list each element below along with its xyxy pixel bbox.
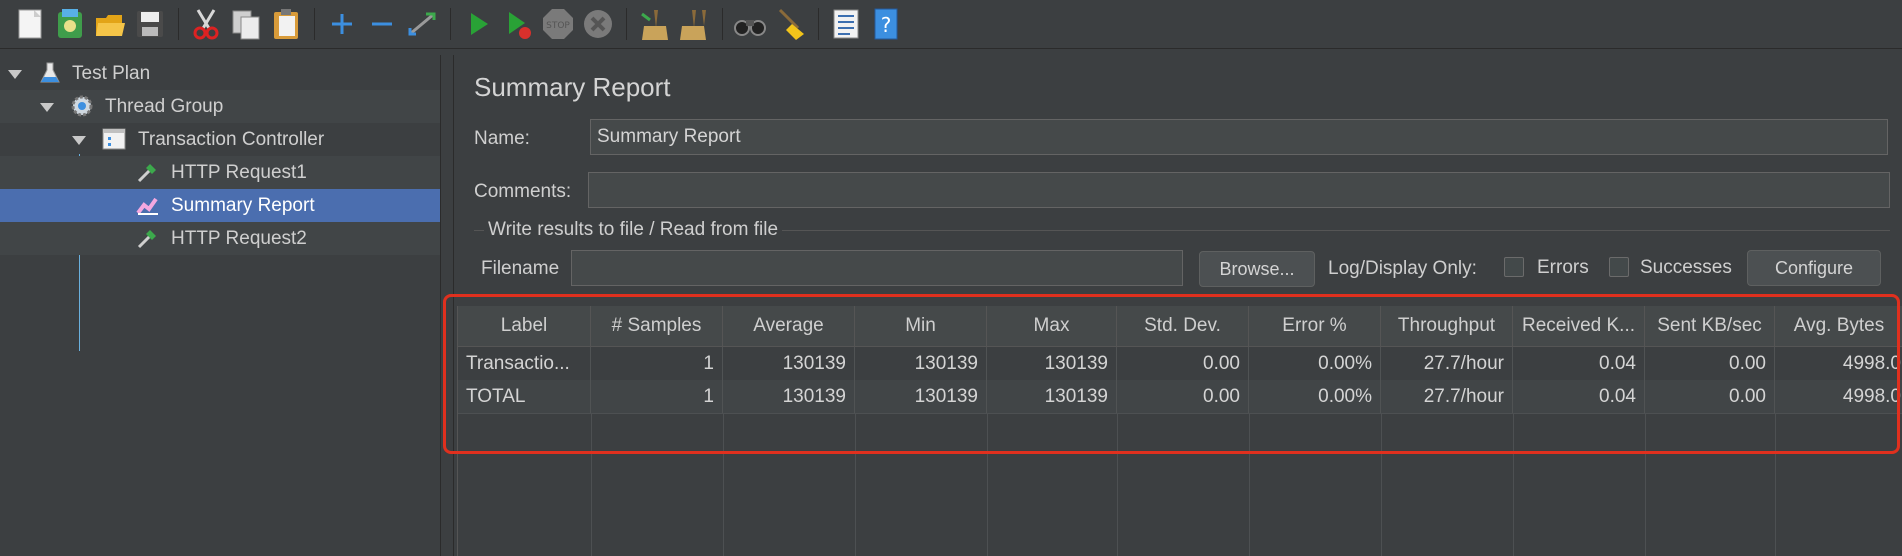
errors-label: Errors	[1537, 257, 1589, 278]
table-cell: 0.00	[1117, 380, 1249, 413]
column-header-throughput[interactable]: Throughput	[1381, 306, 1513, 346]
paste-icon[interactable]	[268, 6, 304, 42]
table-cell: 0.00	[1117, 347, 1249, 380]
cut-icon[interactable]	[188, 6, 224, 42]
flask-icon	[38, 61, 62, 85]
table-cell: 4998.0	[1842, 386, 1901, 407]
chevron-down-icon[interactable]	[72, 136, 86, 145]
page-title: Summary Report	[474, 72, 671, 102]
comments-label: Comments:	[474, 181, 572, 202]
column-header-label[interactable]: Label	[458, 306, 591, 346]
table-cell: Transactio...	[458, 347, 591, 380]
tree-item-thread-group[interactable]: Thread Group	[0, 90, 440, 123]
table-cell: 0.04	[1513, 380, 1645, 413]
save-icon[interactable]	[132, 6, 168, 42]
filename-field[interactable]	[571, 250, 1183, 286]
table-cell: 130139	[723, 347, 855, 380]
browse-button[interactable]: Browse...	[1199, 251, 1315, 287]
start-icon[interactable]	[460, 6, 496, 42]
table-cell: 0.00%	[1249, 347, 1381, 380]
table-cell: 130139	[987, 347, 1117, 380]
tree-item-label: HTTP Request1	[171, 162, 307, 183]
successes-checkbox[interactable]	[1609, 257, 1629, 277]
comments-field[interactable]	[588, 172, 1890, 208]
tree-item-label: Transaction Controller	[138, 129, 325, 150]
tree-item-summary-report[interactable]: Summary Report	[0, 189, 440, 222]
column-header-avg-bytes[interactable]: Avg. Bytes	[1775, 306, 1902, 346]
tree-item-transaction-controller[interactable]: Transaction Controller	[0, 123, 440, 156]
table-cell: 130139	[987, 380, 1117, 413]
table-cell: 0.00	[1645, 380, 1775, 413]
column-header-received[interactable]: Received K...	[1513, 306, 1645, 346]
configure-button[interactable]: Configure	[1747, 250, 1881, 286]
tree-item-test-plan[interactable]: Test Plan	[0, 57, 440, 90]
filename-label: Filename	[481, 258, 560, 279]
table-cell: 27.7/hour	[1381, 347, 1513, 380]
pipette-icon	[136, 226, 160, 250]
function-helper-icon[interactable]	[828, 6, 864, 42]
file-group-title: Write results to file / Read from file	[484, 219, 783, 241]
clear-all-icon[interactable]	[676, 6, 712, 42]
log-display-label: Log/Display Only:	[1328, 258, 1477, 279]
graph-icon	[136, 193, 160, 217]
split-pane-divider[interactable]	[441, 55, 454, 556]
clear-icon[interactable]	[636, 6, 672, 42]
errors-checkbox[interactable]	[1504, 257, 1524, 277]
table-cell: 130139	[855, 347, 987, 380]
column-header-std-dev[interactable]: Std. Dev.	[1117, 306, 1249, 346]
reset-search-icon[interactable]	[772, 6, 808, 42]
table-cell: 1	[591, 347, 723, 380]
column-header-min[interactable]: Min	[855, 306, 987, 346]
successes-label: Successes	[1640, 257, 1732, 278]
stop-icon[interactable]: STOP	[540, 6, 576, 42]
expand-icon[interactable]	[324, 6, 360, 42]
column-header-average[interactable]: Average	[723, 306, 855, 346]
toolbar: STOP ?	[0, 0, 1902, 49]
tree-item-label: HTTP Request2	[171, 228, 307, 249]
table-row[interactable]: TOTAL 1 130139 130139 130139 0.00 0.00% …	[458, 380, 1902, 413]
table-row[interactable]: Transactio... 1 130139 130139 130139 0.0…	[458, 347, 1902, 380]
table-cell: 0.00%	[1249, 380, 1381, 413]
chevron-down-icon[interactable]	[40, 103, 54, 112]
column-header-error-pct[interactable]: Error %	[1249, 306, 1381, 346]
open-icon[interactable]	[92, 6, 128, 42]
summary-table: Label # Samples Average Min Max Std. Dev…	[457, 306, 1902, 556]
gear-icon	[70, 94, 94, 118]
table-header: Label # Samples Average Min Max Std. Dev…	[458, 306, 1902, 347]
test-plan-tree: Test Plan Thread Group Transaction Contr…	[0, 55, 441, 556]
search-icon[interactable]	[732, 6, 768, 42]
name-label: Name:	[474, 128, 530, 149]
name-field[interactable]: Summary Report	[590, 119, 1888, 155]
table-row-empty	[458, 413, 1902, 447]
copy-icon[interactable]	[228, 6, 264, 42]
column-header-sent[interactable]: Sent KB/sec	[1645, 306, 1775, 346]
collapse-icon[interactable]	[364, 6, 400, 42]
table-cell: 1	[591, 380, 723, 413]
tree-item-label: Thread Group	[105, 96, 224, 117]
toggle-icon[interactable]	[404, 6, 440, 42]
table-cell: 4998.0	[1842, 353, 1901, 374]
svg-text:?: ?	[881, 13, 892, 37]
help-icon[interactable]: ?	[868, 6, 904, 42]
controller-icon	[102, 127, 126, 151]
pipette-icon	[136, 160, 160, 184]
start-no-pauses-icon[interactable]	[500, 6, 536, 42]
table-cell: 0.04	[1513, 347, 1645, 380]
tree-item-http-request1[interactable]: HTTP Request1	[0, 156, 440, 189]
new-icon[interactable]	[12, 6, 48, 42]
column-header-samples[interactable]: # Samples	[591, 306, 723, 346]
tree-item-http-request2[interactable]: HTTP Request2	[0, 222, 440, 255]
table-cell: 130139	[855, 380, 987, 413]
templates-icon[interactable]	[52, 6, 88, 42]
table-cell: 27.7/hour	[1381, 380, 1513, 413]
shutdown-icon[interactable]	[580, 6, 616, 42]
tree-item-label: Test Plan	[72, 63, 151, 84]
table-cell: TOTAL	[458, 380, 591, 413]
table-cell: 130139	[723, 380, 855, 413]
table-cell: 0.00	[1645, 347, 1775, 380]
chevron-down-icon[interactable]	[8, 70, 22, 79]
column-header-max[interactable]: Max	[987, 306, 1117, 346]
tree-item-label: Summary Report	[171, 195, 315, 216]
svg-text:STOP: STOP	[546, 21, 570, 31]
